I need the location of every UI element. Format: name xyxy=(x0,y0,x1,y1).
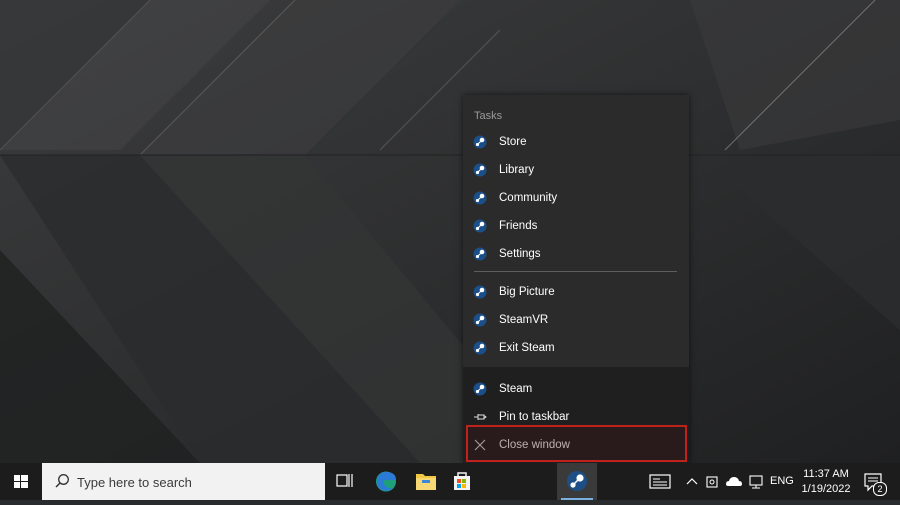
task-community[interactable]: Community xyxy=(463,184,689,212)
task-steamvr[interactable]: SteamVR xyxy=(463,306,689,334)
steam-icon xyxy=(473,247,487,261)
steam-icon xyxy=(473,285,487,299)
search-placeholder: Type here to search xyxy=(77,475,192,490)
task-store[interactable]: Store xyxy=(463,128,689,156)
camera-icon xyxy=(706,476,718,488)
task-label: Friends xyxy=(499,220,538,232)
show-hidden-icons-button[interactable] xyxy=(684,463,700,500)
open-steam-item[interactable]: Steam xyxy=(463,375,689,403)
steam-icon xyxy=(473,163,487,177)
notification-count-badge: 2 xyxy=(873,482,887,496)
language-indicator[interactable]: ENG xyxy=(770,475,794,487)
task-friends[interactable]: Friends xyxy=(463,212,689,240)
store-taskbar-button[interactable] xyxy=(442,463,482,500)
meet-now-button[interactable] xyxy=(704,463,722,500)
jump-list-header: Tasks xyxy=(474,110,503,122)
folder-icon xyxy=(416,474,436,490)
onedrive-button[interactable] xyxy=(724,463,744,500)
task-label: SteamVR xyxy=(499,314,549,326)
edge-taskbar-button[interactable] xyxy=(366,463,406,500)
task-library[interactable]: Library xyxy=(463,156,689,184)
chevron-up-icon xyxy=(686,478,698,485)
steam-taskbar-button[interactable] xyxy=(557,463,597,500)
store-icon xyxy=(454,472,470,490)
network-icon xyxy=(749,475,763,489)
edge-icon xyxy=(376,471,396,492)
task-label: Big Picture xyxy=(499,286,555,298)
search-box[interactable]: Type here to search xyxy=(42,463,325,500)
news-widget-button[interactable] xyxy=(645,463,675,500)
clock-time: 11:37 AM xyxy=(803,468,849,480)
steam-icon xyxy=(473,135,487,149)
steam-icon xyxy=(473,191,487,205)
steam-icon xyxy=(473,313,487,327)
clock[interactable]: 11:37 AM 1/19/2022 xyxy=(796,467,856,497)
network-button[interactable] xyxy=(746,463,766,500)
close-window-highlight xyxy=(466,425,687,462)
task-label: Library xyxy=(499,164,535,176)
news-icon xyxy=(649,474,671,489)
task-view-button[interactable] xyxy=(325,463,365,500)
steam-icon xyxy=(473,341,487,355)
app-label: Steam xyxy=(499,383,533,395)
task-label: Exit Steam xyxy=(499,342,555,354)
windows-logo-icon xyxy=(14,475,28,488)
task-label: Store xyxy=(499,136,527,148)
start-button[interactable] xyxy=(0,463,42,500)
notification-center-button[interactable]: 2 xyxy=(860,463,888,500)
task-big-picture[interactable]: Big Picture xyxy=(463,278,689,306)
task-settings[interactable]: Settings xyxy=(463,240,689,268)
pin-label: Pin to taskbar xyxy=(499,411,570,423)
task-view-icon xyxy=(336,474,353,487)
pin-icon xyxy=(474,414,487,420)
steam-icon xyxy=(473,382,487,396)
search-icon xyxy=(55,474,69,488)
clock-date: 1/19/2022 xyxy=(801,483,851,495)
task-label: Settings xyxy=(499,248,541,260)
steam-icon xyxy=(473,219,487,233)
file-explorer-button[interactable] xyxy=(406,463,446,500)
cloud-icon xyxy=(726,477,742,486)
taskbar: Type here to search ENG 11:37 AM 1/19/20… xyxy=(0,463,900,500)
steam-jump-list: Tasks Store Library Community Friends Se… xyxy=(463,95,689,463)
desktop-wallpaper xyxy=(0,0,900,463)
task-label: Community xyxy=(499,192,558,204)
task-exit-steam[interactable]: Exit Steam xyxy=(463,334,689,362)
jump-list-divider xyxy=(474,271,677,272)
steam-icon xyxy=(567,471,587,491)
